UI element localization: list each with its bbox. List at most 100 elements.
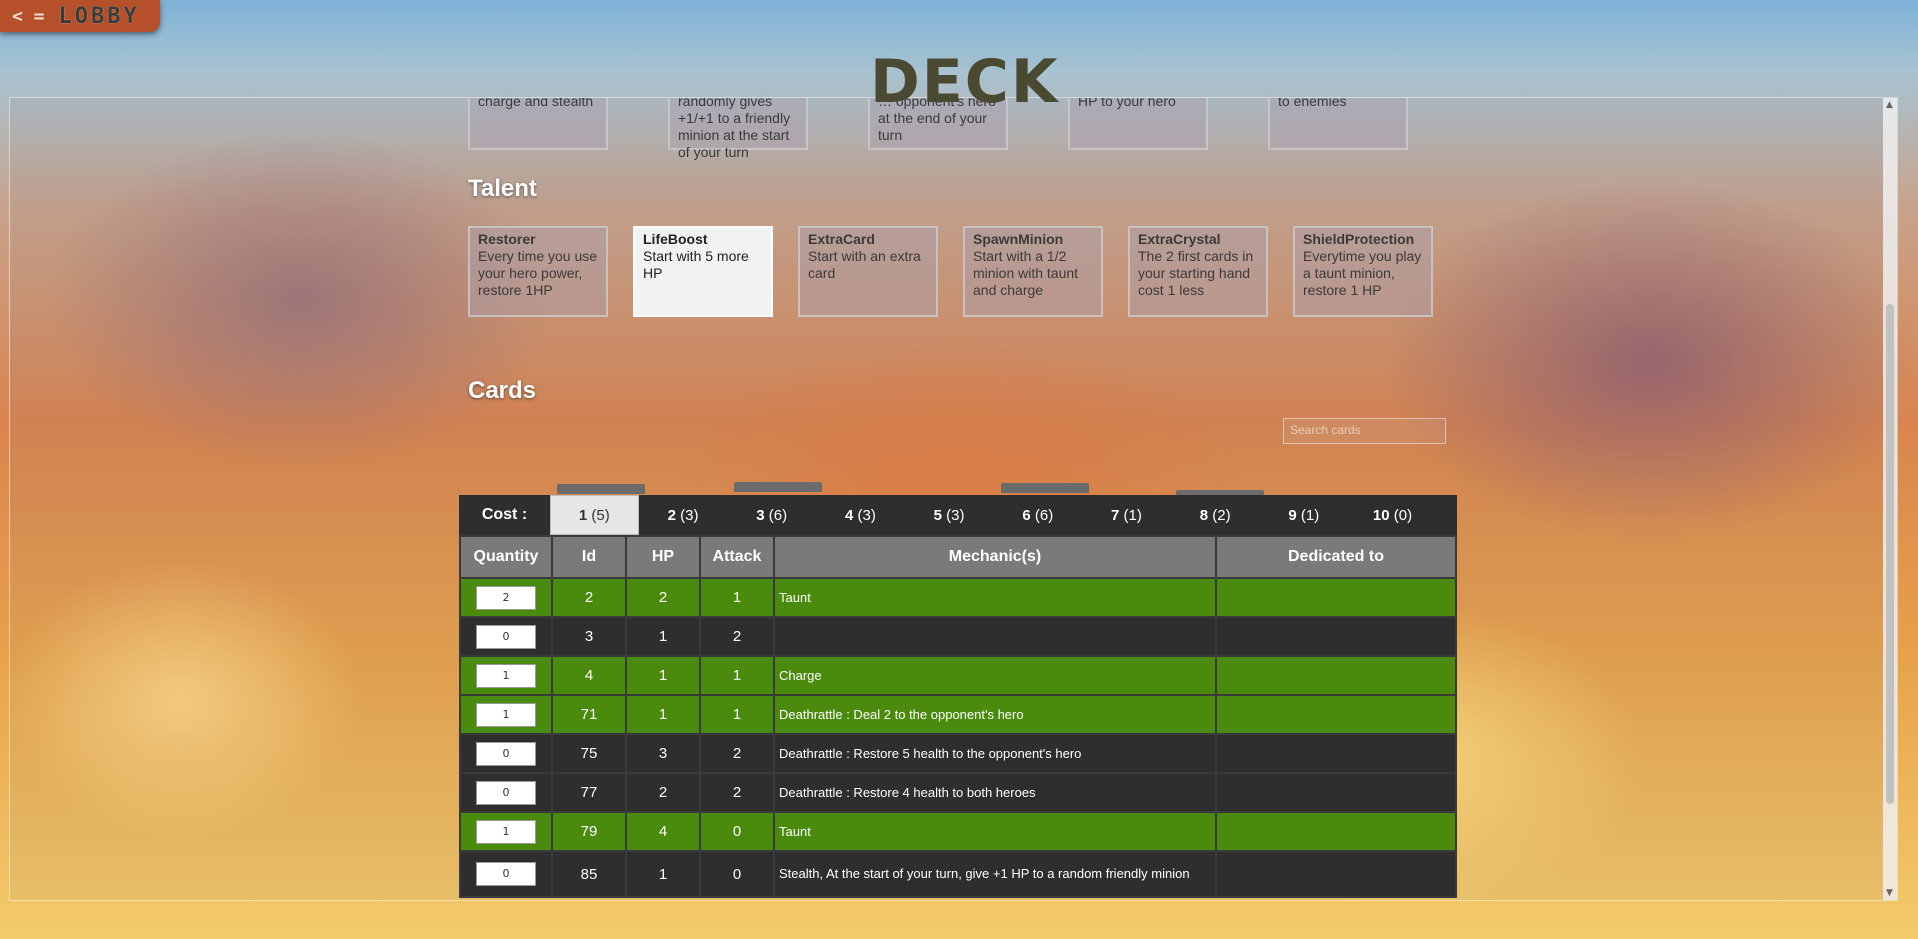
col-id: Id (551, 535, 627, 579)
lobby-label: LOBBY (58, 3, 140, 29)
col-hp: HP (625, 535, 701, 579)
cost-tab-10[interactable]: 10 (0) (1348, 495, 1437, 535)
card-mechanic (773, 616, 1217, 657)
cost-tab-7[interactable]: 7 (1) (1082, 495, 1171, 535)
scroll-up-icon[interactable]: ▲ (1886, 100, 1893, 110)
col-dedicated: Dedicated to (1215, 535, 1457, 579)
cost-value: 5 (933, 506, 942, 524)
card-mechanic: Deathrattle : Deal 2 to the opponent's h… (773, 694, 1217, 735)
quantity-input[interactable]: 1 (476, 819, 536, 844)
card-mechanic: Stealth, At the start of your turn, give… (773, 850, 1217, 898)
table-header: Quantity Id HP Attack Mechanic(s) Dedica… (459, 535, 1457, 579)
cost-tab-5[interactable]: 5 (3) (905, 495, 994, 535)
card-dedicated (1215, 577, 1457, 618)
quantity-input[interactable]: 1 (476, 663, 536, 688)
talent-restorer[interactable]: Restorer Every time you use your hero po… (468, 226, 608, 317)
lobby-back-button[interactable]: < = LOBBY (0, 0, 160, 32)
talent-desc: The 2 first cards in your starting hand … (1138, 248, 1254, 298)
card-dedicated (1215, 733, 1457, 774)
cost-tab-8[interactable]: 8 (2) (1171, 495, 1260, 535)
top-card[interactable]: to enemies (1268, 97, 1408, 150)
card-hp: 1 (625, 694, 701, 735)
cost-tab-6[interactable]: 6 (6) (993, 495, 1082, 535)
card-mechanic: Charge (773, 655, 1217, 696)
cost-tab-1[interactable]: 1 (5) (550, 495, 639, 535)
talent-spawnminion[interactable]: SpawnMinion Start with a 1/2 minion with… (963, 226, 1103, 317)
quantity-input[interactable]: 0 (476, 780, 536, 805)
quantity-input[interactable]: 0 (476, 862, 536, 886)
cost-value: 8 (1199, 506, 1209, 524)
cost-count: (0) (1393, 506, 1413, 524)
card-id: 2 (551, 577, 627, 618)
cost-tab-4[interactable]: 4 (3) (816, 495, 905, 535)
scrollbar-thumb[interactable] (1886, 304, 1894, 804)
search-cards-input[interactable]: Search cards (1283, 418, 1446, 444)
card-mechanic: Taunt (773, 811, 1217, 852)
page-title: DECK (870, 47, 1060, 117)
card-hp: 2 (625, 577, 701, 618)
cost-count: (2) (1212, 506, 1231, 524)
table-row: 0 85 1 0 Stealth, At the start of your t… (459, 850, 1457, 898)
card-attack: 2 (699, 616, 775, 657)
talent-lifeboost[interactable]: LifeBoost Start with 5 more HP (633, 226, 773, 317)
cost-value: 4 (844, 506, 854, 524)
card-dedicated (1215, 772, 1457, 813)
card-dedicated (1215, 655, 1457, 696)
cost-value: 10 (1372, 506, 1390, 524)
top-card[interactable]: randomly gives +1/+1 to a friendly minio… (668, 98, 808, 160)
cost-count: (6) (768, 506, 788, 524)
back-arrow-icon: < = (12, 5, 45, 27)
card-hp: 4 (625, 811, 701, 852)
cost-value: 6 (1022, 506, 1031, 524)
cost-tab-2[interactable]: 2 (3) (639, 495, 728, 535)
tab-decoration (557, 484, 645, 494)
card-hp: 1 (625, 655, 701, 696)
tab-decoration (1001, 483, 1089, 493)
cost-tab-3[interactable]: 3 (6) (727, 495, 816, 535)
cards-title: Cards (468, 377, 537, 404)
cost-value: 1 (578, 506, 588, 524)
table-row: 0 3 1 2 (459, 616, 1457, 657)
talent-extracard[interactable]: ExtraCard Start with an extra card (798, 226, 938, 317)
card-attack: 0 (699, 850, 775, 898)
card-attack: 0 (699, 811, 775, 852)
talent-name: ExtraCrystal (1138, 231, 1221, 247)
cost-count: (1) (1300, 506, 1320, 524)
cost-count: (3) (680, 506, 699, 524)
card-hp: 1 (625, 850, 701, 898)
card-id: 3 (551, 616, 627, 657)
top-card[interactable]: charge and stealth (468, 98, 608, 150)
table-row: 0 77 2 2 Deathrattle : Restore 4 health … (459, 772, 1457, 813)
card-mechanic: Deathrattle : Restore 4 health to both h… (773, 772, 1217, 813)
cost-count: (5) (591, 506, 610, 524)
cost-tab-9[interactable]: 9 (1) (1260, 495, 1349, 535)
card-hp: 2 (625, 772, 701, 813)
scroll-down-icon[interactable]: ▼ (1886, 888, 1893, 898)
card-dedicated (1215, 694, 1457, 735)
talent-name: LifeBoost (643, 231, 708, 247)
top-card[interactable]: HP to your hero (1068, 98, 1208, 150)
top-card-text: randomly gives +1/+1 to a friendly minio… (678, 97, 791, 160)
card-attack: 2 (699, 772, 775, 813)
talent-name: Restorer (478, 231, 536, 247)
cost-value: 3 (756, 506, 765, 524)
talent-name: SpawnMinion (973, 231, 1064, 247)
talent-extracrystal[interactable]: ExtraCrystal The 2 first cards in your s… (1128, 226, 1268, 317)
talent-shieldprotection[interactable]: ShieldProtection Everytime you play a ta… (1293, 226, 1433, 317)
vertical-scrollbar[interactable]: ▲ ▼ (1883, 98, 1897, 900)
cost-filter-bar: Cost : 1 (5) 2 (3) 3 (6) 4 (3) 5 (3) 6 (… (459, 495, 1457, 535)
quantity-input[interactable]: 1 (476, 702, 536, 727)
card-id: 77 (551, 772, 627, 813)
quantity-input[interactable]: 0 (476, 624, 536, 649)
quantity-input[interactable]: 0 (476, 741, 536, 766)
cost-count: (3) (857, 506, 876, 524)
col-attack: Attack (699, 535, 775, 579)
top-card-text: to enemies (1278, 97, 1347, 109)
card-id: 71 (551, 694, 627, 735)
card-mechanic: Deathrattle : Restore 5 health to the op… (773, 733, 1217, 774)
cost-count: (1) (1123, 506, 1142, 524)
card-attack: 2 (699, 733, 775, 774)
card-attack: 1 (699, 577, 775, 618)
deck-panel: charge and stealth randomly gives +1/+1 … (9, 97, 1898, 901)
quantity-input[interactable]: 2 (476, 585, 536, 610)
